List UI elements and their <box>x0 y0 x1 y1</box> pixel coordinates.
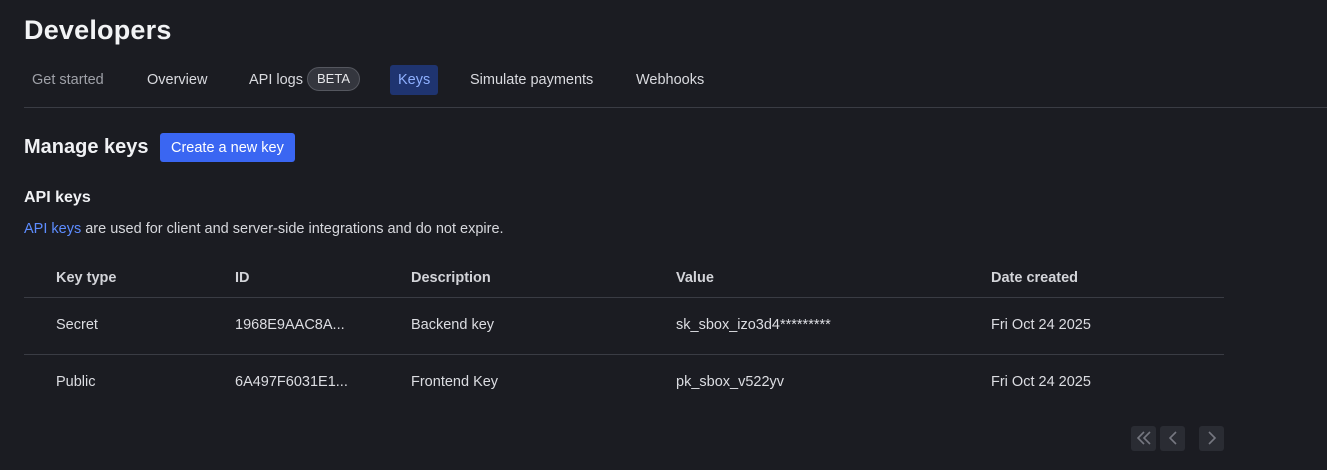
header-key-type: Key type <box>56 270 117 286</box>
api-keys-title: API keys <box>24 189 91 206</box>
header-value: Value <box>676 270 714 286</box>
api-keys-description: API keys are used for client and server-… <box>24 221 504 237</box>
create-new-key-button[interactable]: Create a new key <box>160 133 295 162</box>
cell-key-type: Secret <box>56 317 98 333</box>
cell-id: 1968E9AAC8A... <box>235 317 345 333</box>
tab-label: Keys <box>398 72 431 88</box>
previous-page-button[interactable] <box>1160 426 1185 451</box>
cell-description: Backend key <box>411 317 495 333</box>
cell-id: 6A497F6031E1... <box>235 374 348 390</box>
table-header-row: Key type ID Description Value Date creat… <box>24 258 1224 298</box>
api-keys-table: Key type ID Description Value Date creat… <box>24 258 1224 412</box>
api-keys-link[interactable]: API keys <box>24 221 81 237</box>
cell-date-created: Fri Oct 24 2025 <box>991 317 1091 333</box>
tab-simulate-payments[interactable]: Simulate payments <box>470 65 593 95</box>
table-row[interactable]: Public 6A497F6031E1... Frontend Key pk_s… <box>24 355 1224 412</box>
next-page-button[interactable] <box>1199 426 1224 451</box>
tab-label: Webhooks <box>636 72 705 88</box>
tab-webhooks[interactable]: Webhooks <box>636 65 704 95</box>
header-id: ID <box>235 270 250 286</box>
chevron-left-icon <box>1168 431 1177 445</box>
table-row[interactable]: Secret 1968E9AAC8A... Backend key sk_sbo… <box>24 298 1224 355</box>
tab-overview[interactable]: Overview <box>147 65 207 95</box>
page-title: Developers <box>24 15 172 45</box>
tab-label: API logs <box>249 72 303 88</box>
tab-bar: Get started Overview API logs BETA Keys S… <box>24 64 1327 108</box>
api-keys-description-text: are used for client and server-side inte… <box>81 221 504 237</box>
tab-label: Get started <box>32 72 104 88</box>
manage-keys-title: Manage keys <box>24 136 149 158</box>
tab-label: Overview <box>147 72 208 88</box>
cell-value: sk_sbox_izo3d4********* <box>676 317 831 333</box>
cell-description: Frontend Key <box>411 374 499 390</box>
tab-api-logs[interactable]: API logs BETA <box>249 65 360 95</box>
double-chevron-left-icon <box>1136 431 1151 445</box>
first-page-button[interactable] <box>1131 426 1156 451</box>
header-description: Description <box>411 270 491 286</box>
cell-key-type: Public <box>56 374 96 390</box>
tab-label: Simulate payments <box>470 72 594 88</box>
chevron-right-icon <box>1207 431 1216 445</box>
tab-get-started[interactable]: Get started <box>32 65 104 95</box>
header-date-created: Date created <box>991 270 1079 286</box>
beta-badge: BETA <box>307 67 360 92</box>
cell-value: pk_sbox_v522yv <box>676 374 785 390</box>
tab-keys[interactable]: Keys <box>390 65 439 95</box>
cell-date-created: Fri Oct 24 2025 <box>991 374 1091 390</box>
developers-page: Developers Get started Overview API logs… <box>0 0 1327 470</box>
